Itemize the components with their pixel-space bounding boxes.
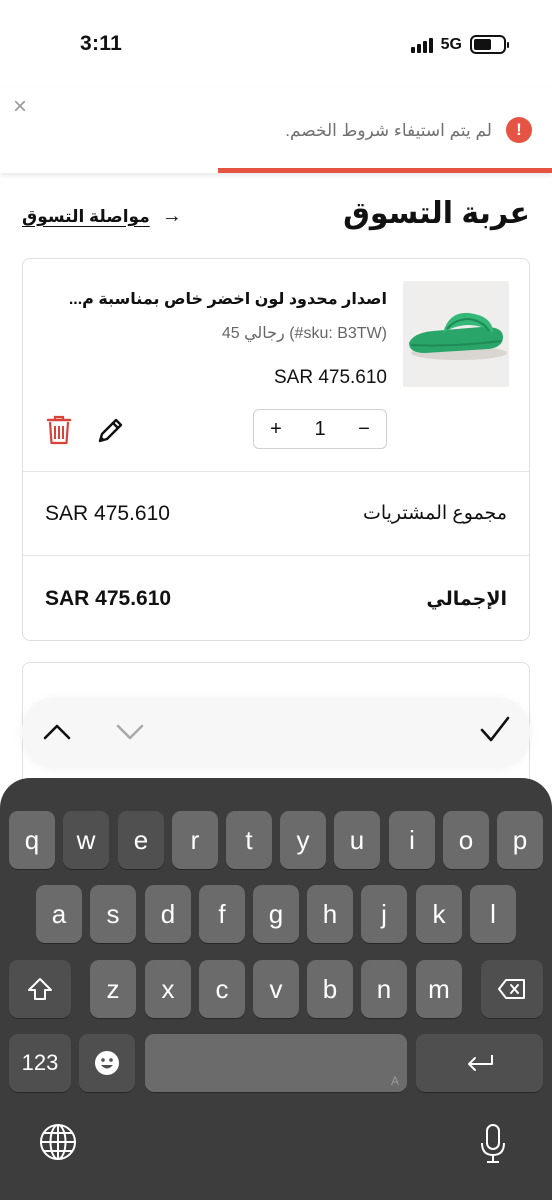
- key-q[interactable]: q: [9, 811, 55, 869]
- key-c[interactable]: c: [199, 960, 245, 1018]
- done-button[interactable]: [478, 713, 512, 747]
- product-image[interactable]: [403, 281, 509, 387]
- continue-shopping-label: مواصلة التسوق: [22, 206, 150, 226]
- key-i[interactable]: i: [389, 811, 435, 869]
- key-o[interactable]: o: [443, 811, 489, 869]
- subtotal-label: مجموع المشتريات: [362, 503, 507, 524]
- next-field-button[interactable]: [115, 717, 145, 747]
- key-g[interactable]: g: [253, 885, 299, 943]
- arrow-right-icon: →: [161, 205, 182, 227]
- key-z[interactable]: z: [90, 960, 136, 1018]
- network-type: 5G: [440, 35, 462, 53]
- previous-field-button[interactable]: [42, 717, 72, 747]
- key-s[interactable]: s: [90, 885, 136, 943]
- keyboard-row-2: a s d f g h j k l: [0, 885, 552, 943]
- key-u[interactable]: u: [334, 811, 380, 869]
- globe-icon[interactable]: [38, 1122, 78, 1162]
- key-v[interactable]: v: [253, 960, 299, 1018]
- shift-icon: [28, 978, 52, 1000]
- close-icon[interactable]: ×: [8, 92, 32, 122]
- key-b[interactable]: b: [307, 960, 353, 1018]
- space-key[interactable]: A: [145, 1034, 407, 1092]
- signal-icon: [410, 37, 433, 53]
- return-key[interactable]: [416, 1034, 543, 1092]
- key-h[interactable]: h: [307, 885, 353, 943]
- emoji-icon: [95, 1051, 119, 1075]
- key-e[interactable]: e: [118, 811, 164, 869]
- status-bar: 3:11 5G: [0, 0, 552, 90]
- backspace-icon: [498, 979, 525, 999]
- quantity-stepper: + 1 −: [253, 409, 387, 449]
- return-icon: [467, 1055, 493, 1071]
- key-d[interactable]: d: [145, 885, 191, 943]
- chevron-up-icon: [43, 724, 71, 740]
- alert-message: لم يتم استيفاء شروط الخصم.: [285, 121, 492, 140]
- product-variant: 45 رجالي (#sku: B3TW): [221, 325, 387, 342]
- key-k[interactable]: k: [416, 885, 462, 943]
- increase-quantity-button[interactable]: +: [261, 418, 291, 441]
- key-f[interactable]: f: [199, 885, 245, 943]
- product-name[interactable]: اصدار محدود لون اخضر خاص بمناسبة م...: [42, 289, 387, 309]
- key-n[interactable]: n: [361, 960, 407, 1018]
- quantity-value: 1: [314, 417, 326, 440]
- key-p[interactable]: p: [497, 811, 543, 869]
- key-w[interactable]: w: [63, 811, 109, 869]
- subtotal-value: SAR 475.610: [45, 501, 170, 525]
- keyboard-accessory-bar: [22, 697, 530, 767]
- on-screen-keyboard: q w e r t y u i o p a s d f g h j k l z …: [0, 778, 552, 1200]
- pencil-icon: [98, 418, 123, 443]
- cart-item: اصدار محدود لون اخضر خاص بمناسبة م... 45…: [23, 259, 529, 472]
- continue-shopping-link[interactable]: مواصلة التسوق →: [22, 205, 182, 228]
- key-l[interactable]: l: [470, 885, 516, 943]
- backspace-key[interactable]: [481, 960, 543, 1018]
- edit-item-button[interactable]: [95, 414, 125, 446]
- delete-item-button[interactable]: [45, 414, 73, 446]
- key-r[interactable]: r: [172, 811, 218, 869]
- key-y[interactable]: y: [280, 811, 326, 869]
- cart-card: اصدار محدود لون اخضر خاص بمناسبة م... 45…: [22, 258, 530, 641]
- key-t[interactable]: t: [226, 811, 272, 869]
- page-title: عربة التسوق: [343, 197, 530, 230]
- chevron-down-icon: [116, 724, 144, 740]
- numbers-key[interactable]: 123: [9, 1034, 71, 1092]
- product-price: SAR 475.610: [273, 367, 387, 388]
- keyboard-row-4: 123 A: [0, 1034, 552, 1092]
- subtotal-row: مجموع المشتريات SAR 475.610: [23, 472, 529, 556]
- decrease-quantity-button[interactable]: −: [349, 418, 379, 441]
- key-j[interactable]: j: [361, 885, 407, 943]
- shift-key[interactable]: [9, 960, 71, 1018]
- key-m[interactable]: m: [416, 960, 462, 1018]
- total-label: الإجمالي: [426, 588, 507, 610]
- green-slide-sandal-icon: [403, 281, 509, 387]
- keyboard-row-3: z x c v b n m: [0, 960, 552, 1018]
- space-corner-label: A: [390, 1074, 399, 1088]
- status-time: 3:11: [80, 32, 123, 55]
- status-indicators: 5G: [410, 35, 509, 54]
- key-a[interactable]: a: [36, 885, 82, 943]
- emoji-key[interactable]: [79, 1034, 135, 1092]
- key-x[interactable]: x: [145, 960, 191, 1018]
- alert-progress-bar: [218, 168, 552, 173]
- warning-icon: !: [506, 117, 532, 143]
- discount-alert: × لم يتم استيفاء شروط الخصم. !: [0, 88, 552, 173]
- trash-icon: [46, 415, 72, 445]
- total-row: الإجمالي SAR 475.610: [23, 557, 529, 641]
- battery-icon: [470, 35, 509, 54]
- checkmark-icon: [480, 716, 510, 742]
- keyboard-row-1: q w e r t y u i o p: [0, 811, 552, 869]
- microphone-icon[interactable]: [478, 1122, 508, 1166]
- total-value: SAR 475.610: [45, 587, 172, 610]
